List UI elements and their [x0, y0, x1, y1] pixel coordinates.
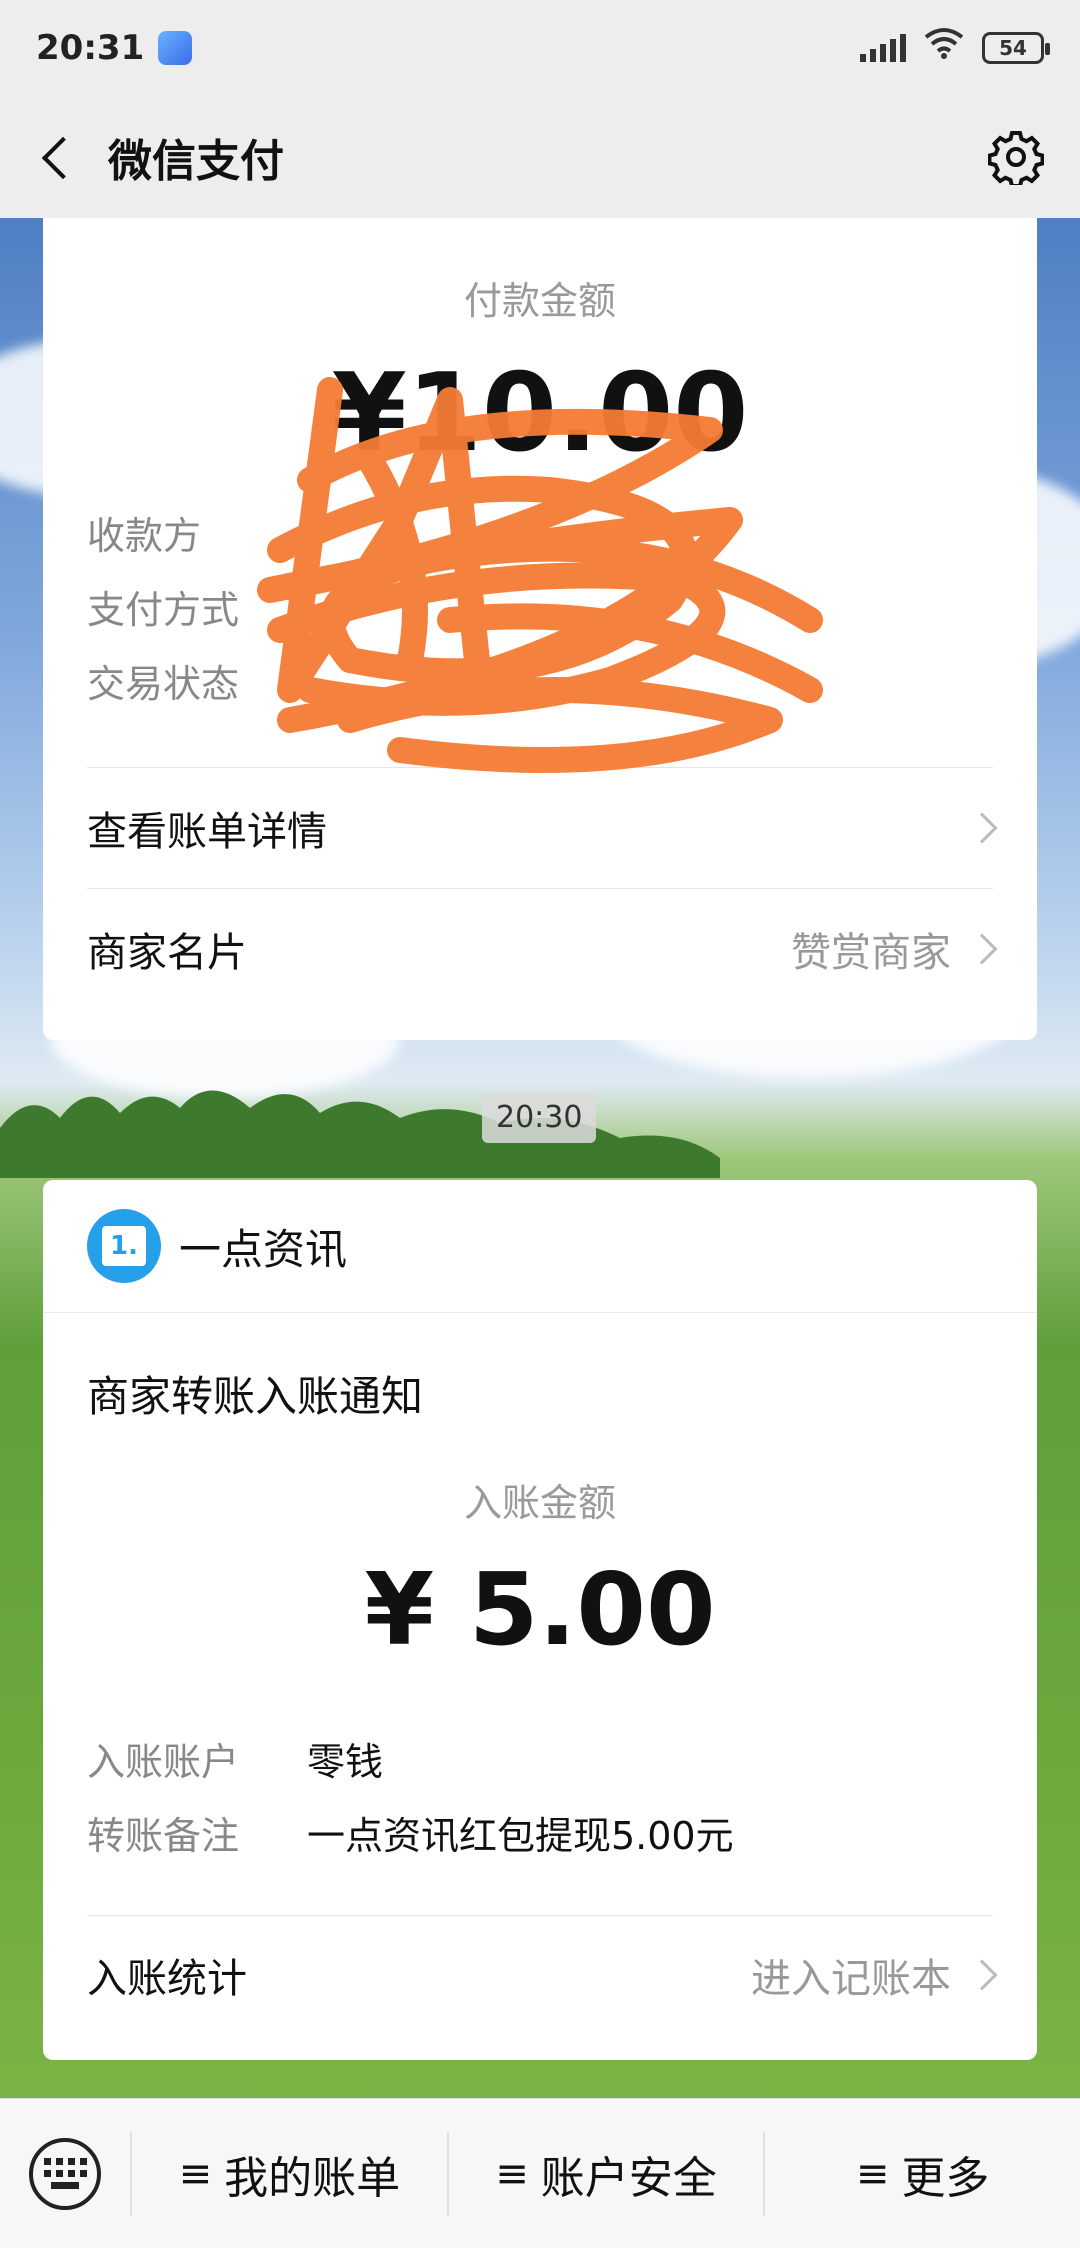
tip-merchant-label: 赞赏商家	[791, 930, 951, 976]
payment-amount: ¥10.00	[331, 351, 749, 476]
merchant-header[interactable]: 1. 一点资讯	[43, 1180, 1037, 1313]
merchant-name: 一点资讯	[179, 1224, 348, 1274]
credited-amount-label: 入账金额	[463, 1481, 616, 1525]
notice-title: 商家转账入账通知	[87, 1372, 424, 1421]
menu-account-security[interactable]: ≡ 账户安全	[446, 2131, 764, 2216]
menu-icon: ≡	[855, 2150, 890, 2197]
credit-account-label: 入账账户	[87, 1739, 240, 1784]
battery-icon: 54	[982, 31, 1050, 64]
transfer-remark-value: 一点资讯红包提现5.00元	[307, 1813, 734, 1858]
credit-stats-link[interactable]: 入账统计 进入记账本	[43, 1916, 1037, 2034]
view-bill-details-link[interactable]: 查看账单详情	[43, 768, 1037, 888]
back-icon[interactable]	[36, 137, 76, 177]
merchant-card-link[interactable]: 商家名片 赞赏商家	[43, 889, 1037, 1009]
merchant-logo-icon: 1.	[87, 1209, 161, 1283]
merchant-card-label: 商家名片	[87, 930, 247, 976]
menu-icon: ≡	[495, 2150, 529, 2197]
gear-icon[interactable]	[987, 129, 1045, 188]
wifi-icon	[924, 27, 964, 68]
menu-account-security-label: 账户安全	[540, 2152, 717, 2204]
payment-amount-label: 付款金额	[463, 279, 616, 323]
payment-card: 付款金额 ¥10.00 收款方 支付方式 交易状态 查看账单详情 商家名片 赞赏…	[43, 218, 1037, 1040]
app-notification-icon	[158, 30, 193, 65]
chevron-right-icon	[966, 1959, 998, 1991]
menu-my-bills[interactable]: ≡ 我的账单	[130, 2131, 447, 2216]
status-bar: 20:31 54	[0, 0, 1080, 95]
menu-more[interactable]: ≡ 更多	[763, 2131, 1080, 2216]
menu-icon: ≡	[178, 2150, 213, 2197]
view-bill-details-label: 查看账单详情	[87, 809, 327, 855]
merchant-logo-text: 1.	[102, 1226, 146, 1266]
message-timestamp: 20:30	[482, 1092, 597, 1143]
signal-icon	[860, 33, 906, 62]
transfer-remark-label: 转账备注	[87, 1813, 240, 1858]
payee-label: 收款方	[87, 513, 202, 558]
menu-more-label: 更多	[901, 2152, 990, 2204]
menu-my-bills-label: 我的账单	[224, 2152, 401, 2204]
bottom-menu-bar: ≡ 我的账单 ≡ 账户安全 ≡ 更多	[0, 2098, 1080, 2248]
chevron-right-icon	[966, 933, 998, 965]
keyboard-toggle-button[interactable]	[0, 2099, 130, 2248]
payment-method-label: 支付方式	[87, 587, 240, 632]
keyboard-icon	[29, 2137, 101, 2210]
status-time: 20:31	[36, 27, 145, 68]
open-ledger-label: 进入记账本	[751, 1956, 951, 2002]
transaction-status-label: 交易状态	[87, 661, 240, 706]
chevron-right-icon	[966, 812, 998, 844]
payment-row-payee: 收款方	[43, 495, 1037, 569]
payment-row-status: 交易状态	[43, 643, 1037, 717]
transfer-row-account: 入账账户 零钱	[43, 1721, 1037, 1795]
credit-account-value: 零钱	[307, 1739, 384, 1784]
transfer-notification-card: 1. 一点资讯 商家转账入账通知 入账金额 ¥ 5.00 入账账户 零钱 转账备…	[43, 1180, 1037, 2060]
page-title: 微信支付	[108, 135, 284, 187]
transfer-row-remark: 转账备注 一点资讯红包提现5.00元	[43, 1795, 1037, 1869]
credit-stats-label: 入账统计	[87, 1956, 247, 2002]
nav-bar: 微信支付	[0, 95, 1080, 218]
credited-amount: ¥ 5.00	[364, 1551, 716, 1668]
payment-row-method: 支付方式	[43, 569, 1037, 643]
